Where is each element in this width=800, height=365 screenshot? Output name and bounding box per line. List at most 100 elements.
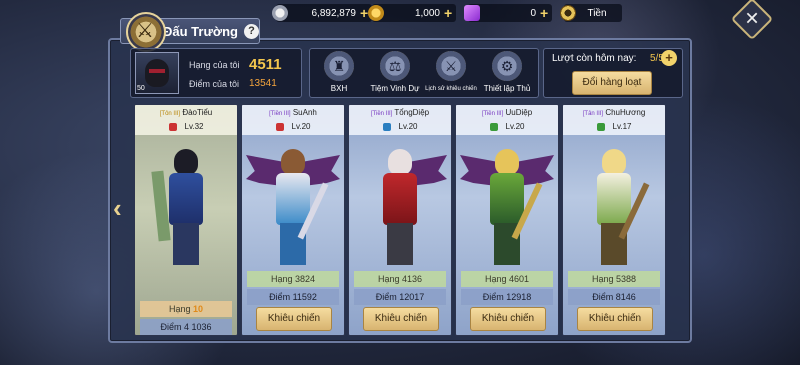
hero-head xyxy=(602,149,626,175)
challenge-button[interactable]: Khiêu chiến xyxy=(256,307,332,331)
avatar[interactable]: 50 xyxy=(135,52,179,94)
hero-figure xyxy=(246,141,340,271)
hero-body xyxy=(276,173,310,225)
vip-badge: [Tiền III] xyxy=(269,111,291,117)
gold-resource: 1,000 + xyxy=(368,4,456,22)
class-icon xyxy=(275,122,284,131)
currency-coin-icon xyxy=(560,5,576,21)
battle-history-label: Lịch sử khiêu chiến xyxy=(425,86,477,92)
settings-gears-icon: ⚙ xyxy=(492,51,522,81)
honor-shop-label: Tiệm Vinh Dự xyxy=(370,84,420,93)
page-title: Đấu Trường xyxy=(163,23,238,39)
score: Điểm 8146 xyxy=(568,289,660,305)
rank: Hạng 5388 xyxy=(568,271,660,287)
my-card-rank: Hạng 10 xyxy=(140,301,232,317)
arena-emblem-icon xyxy=(126,12,166,52)
card-name: [Tôn III] ĐàoTiểu xyxy=(135,108,237,117)
score: Điểm 12918 xyxy=(461,289,553,305)
player-name: SuAnh xyxy=(292,108,317,117)
scroll-left-arrow-icon[interactable]: ‹ xyxy=(113,193,122,224)
hero-head xyxy=(174,149,198,175)
vip-badge: [Tiền III] xyxy=(370,111,393,117)
card-level: Lv.20 xyxy=(242,122,344,131)
hero-body xyxy=(490,173,524,225)
gem-value: 0 xyxy=(530,7,536,19)
avatar-level: 50 xyxy=(137,85,145,92)
hero-figure xyxy=(141,141,231,271)
hero-head xyxy=(495,149,519,175)
defense-setup-button[interactable]: ⚙ Thiết lập Thủ xyxy=(480,51,534,97)
level-text: Lv.20 xyxy=(505,122,525,131)
vip-badge: [Tôn III] xyxy=(159,111,181,117)
my-rank-label: Hạng của tôi xyxy=(189,60,240,70)
hero-figure xyxy=(569,141,659,271)
silver-coin-icon xyxy=(272,5,288,21)
class-icon xyxy=(489,122,498,131)
my-rank-value: 4511 xyxy=(249,56,282,73)
player-name: ĐàoTiểu xyxy=(182,108,213,117)
ranking-label: BXH xyxy=(330,84,348,93)
honor-shop-button[interactable]: ⚖ Tiệm Vinh Dự xyxy=(368,51,422,97)
hero-body xyxy=(169,173,203,225)
level-text: Lv.20 xyxy=(291,122,311,131)
class-icon xyxy=(382,122,391,131)
hero-head xyxy=(388,149,412,175)
add-gem-button[interactable]: + xyxy=(540,6,552,20)
card-level: Lv.17 xyxy=(563,122,665,131)
card-name: [Tân III] ChuHương xyxy=(563,108,665,117)
rank: Hạng 3824 xyxy=(247,271,339,287)
my-card-score: Điểm 4 1036 xyxy=(140,319,232,335)
gem-resource: 0 + xyxy=(464,4,552,22)
challenge-button[interactable]: Khiêu chiến xyxy=(363,307,439,331)
silver-resource: 6,892,879 + xyxy=(272,4,372,22)
rank: Hạng 4136 xyxy=(354,271,446,287)
opponent-card: [Tiền III] UuDiệp Lv.20 Hạng 4601 Điểm 1… xyxy=(455,104,559,336)
add-gold-button[interactable]: + xyxy=(444,6,456,20)
card-name: [Tiền III] TổngDiệp xyxy=(349,108,451,117)
turns-label: Lượt còn hôm nay: xyxy=(552,53,637,64)
hero-body xyxy=(597,173,631,225)
opponent-card: [Tiền III] TổngDiệp Lv.20 Hạng 4136 Điểm… xyxy=(348,104,452,336)
my-score-value: 13541 xyxy=(249,78,277,89)
currency-resource: Tiền xyxy=(560,4,622,22)
ranking-button[interactable]: ♜ BXH xyxy=(312,51,366,97)
staff-icon xyxy=(151,170,171,242)
hero-figure xyxy=(355,141,447,271)
player-name: UuDiệp xyxy=(505,108,533,117)
challenge-button[interactable]: Khiêu chiến xyxy=(577,307,653,331)
my-score-label: Điểm của tôi xyxy=(189,79,240,89)
rank-value: 10 xyxy=(193,304,204,314)
card-name: [Tiền III] UuDiệp xyxy=(456,108,558,117)
card-level: Lv.20 xyxy=(456,122,558,131)
rank: Hạng 4601 xyxy=(461,271,553,287)
currency-label: Tiền xyxy=(587,7,607,19)
add-turns-button[interactable]: + xyxy=(661,50,677,66)
hero-body xyxy=(383,173,417,225)
opponent-card: [Tân III] ChuHương Lv.17 Hạng 5388 Điểm … xyxy=(562,104,666,336)
card-level: Lv.20 xyxy=(349,122,451,131)
arena-menu: ♜ BXH ⚖ Tiệm Vinh Dự ⚔ Lịch sử khiêu chi… xyxy=(309,48,539,98)
turns-panel: Lượt còn hôm nay: 5/5 + Đổi hàng loạt xyxy=(543,48,683,98)
hero-legs xyxy=(173,223,199,265)
ranking-icon: ♜ xyxy=(324,51,354,81)
gold-value: 1,000 xyxy=(414,7,440,19)
score: Điểm 11592 xyxy=(247,289,339,305)
level-text: Lv.32 xyxy=(184,122,204,131)
help-icon[interactable]: ? xyxy=(244,23,259,39)
card-level: Lv.32 xyxy=(135,122,237,131)
battle-history-button[interactable]: ⚔ Lịch sử khiêu chiến xyxy=(424,51,478,97)
opponent-card: [Tiền III] SuAnh Lv.20 Hạng 3824 Điểm 11… xyxy=(241,104,345,336)
player-info: 50 Hạng của tôi 4511 Điểm của tôi 13541 xyxy=(130,48,302,98)
level-text: Lv.20 xyxy=(398,122,418,131)
rank-label: Hạng xyxy=(168,304,191,314)
refresh-opponents-button[interactable]: Đổi hàng loạt xyxy=(572,71,652,95)
class-icon xyxy=(596,122,605,131)
gem-icon xyxy=(464,5,480,21)
class-icon xyxy=(168,122,177,131)
score: Điểm 12017 xyxy=(354,289,446,305)
avatar-face xyxy=(145,59,169,87)
defense-setup-label: Thiết lập Thủ xyxy=(483,84,531,93)
hero-legs xyxy=(387,223,413,265)
vip-badge: [Tân III] xyxy=(582,111,604,117)
challenge-button[interactable]: Khiêu chiến xyxy=(470,307,546,331)
